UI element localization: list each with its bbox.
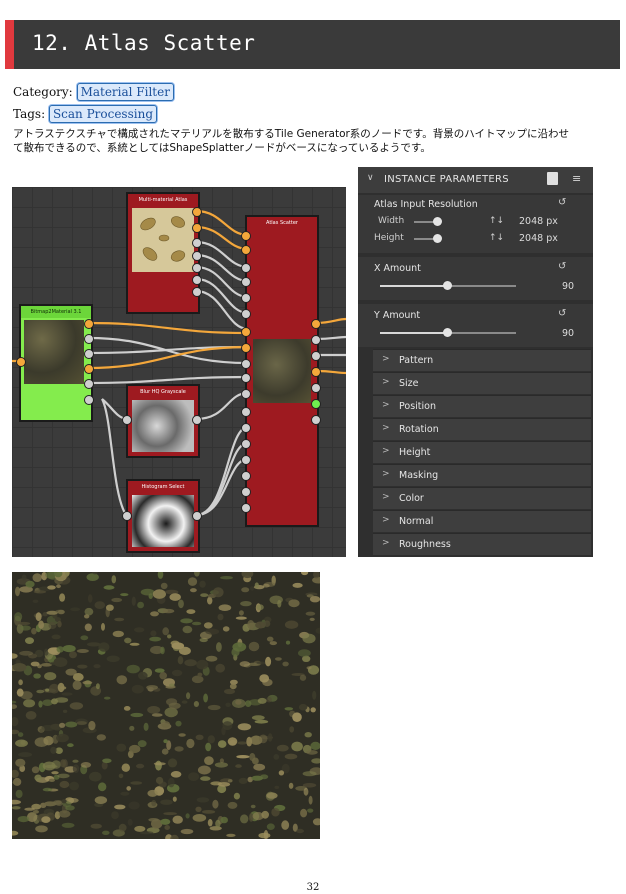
group-normal[interactable]: > Normal — [373, 510, 591, 532]
height-value[interactable]: 2048 px — [519, 233, 558, 244]
width-label: Width — [378, 216, 405, 226]
y-amount-slider-knob[interactable] — [443, 328, 452, 337]
y-amount-slider-fill — [380, 332, 448, 334]
group-label: Pattern — [399, 355, 434, 366]
y-amount-label: Y Amount — [374, 310, 421, 321]
group-position[interactable]: > Position — [373, 395, 591, 417]
node-title-atlas-input: Multi-material Atlas — [138, 197, 188, 203]
chevron-right-icon: > — [382, 377, 390, 387]
group-label: Masking — [399, 470, 439, 481]
chevron-right-icon: > — [382, 538, 390, 548]
render-result-image — [12, 572, 320, 839]
x-amount-slider-fill — [380, 285, 448, 287]
height-link-icon[interactable]: ↑↓ — [489, 233, 504, 243]
heading-text: 12. Atlas Scatter — [32, 31, 255, 55]
graph-node-atlas-input: Multi-material Atlas — [126, 192, 200, 314]
group-rotation[interactable]: > Rotation — [373, 418, 591, 440]
node-graph-image: Multi-material Atlas Bitmap2Material 3.1… — [12, 187, 346, 557]
category-tag[interactable]: Material Filter — [76, 83, 174, 101]
reset-icon[interactable]: ↺ — [558, 308, 566, 319]
page-number: 32 — [306, 882, 320, 893]
group-pattern[interactable]: > Pattern — [373, 349, 591, 371]
x-amount-value[interactable]: 90 — [562, 281, 574, 292]
node-title-bitmap2material: Bitmap2Material 3.1 — [21, 306, 91, 318]
group-label: Normal — [399, 516, 434, 527]
chevron-right-icon: > — [382, 515, 390, 525]
group-label: Rotation — [399, 424, 439, 435]
y-amount-value[interactable]: 90 — [562, 328, 574, 339]
tags-label: Tags: — [13, 107, 46, 121]
node-title-blur-hq: Blur HQ Grayscale — [140, 389, 186, 395]
atlas-leaves — [140, 216, 186, 262]
node-title-histogram: Histogram Select — [141, 484, 185, 490]
scatter-thumbnail — [253, 339, 311, 403]
graph-node-bitmap2material: Bitmap2Material 3.1 — [19, 304, 93, 422]
group-masking[interactable]: > Masking — [373, 464, 591, 486]
chevron-right-icon: > — [382, 400, 390, 410]
group-label: Color — [399, 493, 424, 504]
panel-header-label: INSTANCE PARAMETERS — [384, 174, 509, 185]
tags-tag[interactable]: Scan Processing — [48, 105, 157, 123]
reset-icon[interactable]: ↺ — [558, 197, 566, 208]
chevron-right-icon: > — [382, 492, 390, 502]
graph-node-blur-hq: Blur HQ Grayscale — [126, 384, 200, 458]
node-title-atlas-scatter: Atlas Scatter — [266, 220, 298, 226]
panel-header[interactable]: ∨ INSTANCE PARAMETERS ≡ — [358, 167, 593, 193]
description-text: アトラステクスチャで構成されたマテリアルを散布するTile Generator系… — [13, 128, 570, 154]
x-amount-section: X Amount ↺ 90 — [358, 257, 593, 300]
y-amount-section: Y Amount ↺ 90 — [358, 304, 593, 347]
width-value[interactable]: 2048 px — [519, 216, 558, 227]
graph-node-histogram-select: Histogram Select — [126, 479, 200, 553]
histogram-thumbnail — [132, 495, 194, 547]
x-amount-slider-knob[interactable] — [443, 281, 452, 290]
tags-line: Tags: Scan Processing — [13, 105, 157, 123]
section-heading: 12. Atlas Scatter — [5, 20, 620, 69]
category-label: Category: — [13, 85, 73, 99]
width-slider-knob[interactable] — [433, 217, 442, 226]
reset-icon[interactable]: ↺ — [558, 261, 566, 272]
chevron-right-icon: > — [382, 469, 390, 479]
chevron-down-icon[interactable]: ∨ — [367, 173, 374, 183]
group-label: Roughness — [399, 539, 451, 550]
atlas-resolution-label: Atlas Input Resolution — [374, 199, 478, 210]
group-label: Height — [399, 447, 431, 458]
preset-icon[interactable] — [547, 172, 558, 185]
heading-number: 12. — [32, 31, 72, 55]
chevron-right-icon: > — [382, 446, 390, 456]
chevron-right-icon: > — [382, 423, 390, 433]
b2m-thumbnail — [24, 320, 84, 384]
group-label: Position — [399, 401, 436, 412]
atlas-resolution-section: Atlas Input Resolution ↺ Width ↑↓ 2048 p… — [358, 195, 593, 253]
x-amount-label: X Amount — [374, 263, 421, 274]
group-size[interactable]: > Size — [373, 372, 591, 394]
height-slider-knob[interactable] — [433, 234, 442, 243]
atlas-thumbnail — [132, 208, 194, 272]
group-color[interactable]: > Color — [373, 487, 591, 509]
chevron-right-icon: > — [382, 354, 390, 364]
instance-parameters-panel: ∨ INSTANCE PARAMETERS ≡ Atlas Input Reso… — [358, 167, 593, 557]
category-line: Category: Material Filter — [13, 83, 174, 101]
export-icon[interactable]: ≡ — [572, 172, 581, 185]
blur-thumbnail — [132, 400, 194, 452]
ground-texture — [12, 572, 320, 839]
group-roughness[interactable]: > Roughness — [373, 533, 591, 555]
group-label: Size — [399, 378, 419, 389]
group-height[interactable]: > Height — [373, 441, 591, 463]
heading-title: Atlas Scatter — [84, 31, 256, 55]
heading-accent — [5, 20, 14, 69]
width-link-icon[interactable]: ↑↓ — [489, 216, 504, 226]
graph-node-atlas-scatter: Atlas Scatter — [245, 215, 319, 527]
height-label: Height — [374, 233, 404, 243]
